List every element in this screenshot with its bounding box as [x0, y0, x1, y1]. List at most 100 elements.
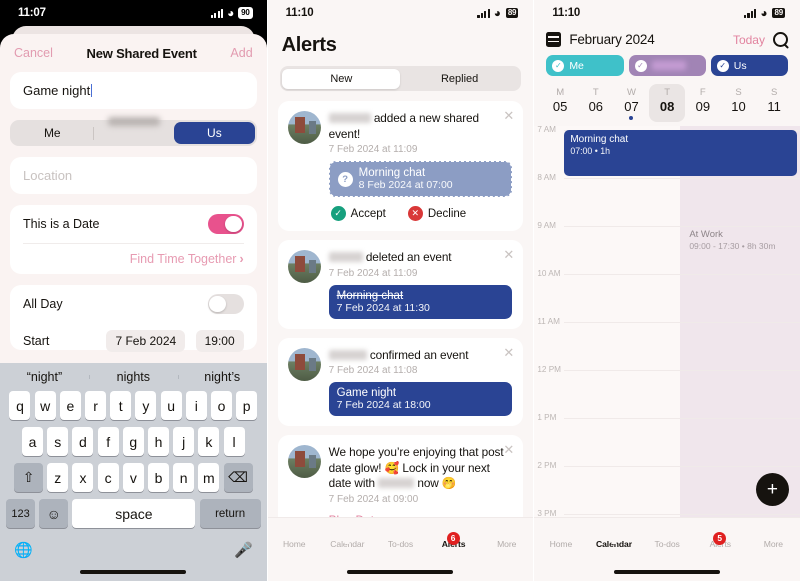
return-key[interactable]: return	[199, 499, 261, 528]
shift-key[interactable]: ⇧	[14, 463, 44, 492]
owner-segmented-control[interactable]: Me Us	[10, 120, 257, 146]
key-f[interactable]: f	[97, 427, 119, 456]
prediction-0[interactable]: “night”	[0, 370, 89, 384]
all-day-row[interactable]: All Day	[10, 285, 257, 323]
day-column-selected[interactable]: T 08	[649, 84, 685, 122]
segment-us[interactable]: Us	[174, 122, 255, 144]
find-time-together-button[interactable]: Find Time Together ›	[10, 244, 257, 274]
alert-card[interactable]: ✕ confirmed an event 7 Feb 2024 at 11:08…	[277, 337, 524, 427]
microphone-icon[interactable]: 🎤	[234, 541, 253, 559]
close-icon[interactable]: ✕	[503, 346, 514, 359]
tab-calendar[interactable]: Calendar	[321, 536, 374, 549]
close-icon[interactable]: ✕	[503, 248, 514, 261]
day-column[interactable]: S 11	[756, 84, 792, 122]
alert-card[interactable]: ✕ We hope you’re enjoying that post date…	[277, 435, 524, 517]
event-chip[interactable]: ? Morning chat 8 Feb 2024 at 07:00	[328, 161, 513, 198]
emoji-key[interactable]: ☺	[39, 499, 69, 528]
key-m[interactable]: m	[198, 463, 220, 492]
key-y[interactable]: y	[135, 391, 157, 420]
onscreen-keyboard[interactable]: “night” nights night’s q w e r t y u i o…	[0, 363, 267, 581]
tab-home[interactable]: Home	[534, 536, 587, 549]
month-label[interactable]: February 2024	[569, 32, 725, 47]
event-chip[interactable]: Morning chat 7 Feb 2024 at 11:30	[328, 284, 513, 319]
key-v[interactable]: v	[122, 463, 144, 492]
today-button[interactable]: Today	[733, 33, 765, 47]
tab-alerts[interactable]: 5 Alerts	[694, 531, 747, 549]
key-a[interactable]: a	[22, 427, 44, 456]
plan-date-button[interactable]: Plan Date	[329, 513, 513, 517]
tab-new[interactable]: New	[282, 68, 401, 89]
key-d[interactable]: d	[72, 427, 94, 456]
key-o[interactable]: o	[210, 391, 232, 420]
key-k[interactable]: k	[198, 427, 220, 456]
key-e[interactable]: e	[59, 391, 81, 420]
key-w[interactable]: w	[34, 391, 56, 420]
decline-button[interactable]: ✕ Decline	[407, 206, 466, 222]
key-j[interactable]: j	[173, 427, 195, 456]
filter-chip-partner[interactable]: ✓	[628, 55, 706, 76]
key-z[interactable]: z	[47, 463, 69, 492]
key-g[interactable]: g	[122, 427, 144, 456]
space-key[interactable]: space	[72, 499, 196, 528]
tab-todos[interactable]: To-dos	[641, 536, 694, 549]
start-time-picker[interactable]: 19:00	[195, 330, 244, 352]
key-p[interactable]: p	[236, 391, 258, 420]
key-b[interactable]: b	[148, 463, 170, 492]
cancel-button[interactable]: Cancel	[14, 46, 53, 60]
tab-alerts[interactable]: 6 Alerts	[427, 531, 480, 549]
day-column[interactable]: W 07	[614, 84, 650, 122]
key-c[interactable]: c	[97, 463, 119, 492]
day-column[interactable]: T 06	[578, 84, 614, 122]
add-event-fab[interactable]: +	[755, 473, 789, 506]
event-block-at-work[interactable]: At Work 09:00 - 17:30 • 8h 30m	[684, 226, 797, 518]
calendar-icon[interactable]	[546, 32, 562, 47]
alert-card[interactable]: ✕ deleted an event 7 Feb 2024 at 11:09 M…	[277, 240, 524, 329]
prediction-1[interactable]: nights	[88, 370, 178, 384]
tab-calendar[interactable]: Calendar	[587, 536, 640, 549]
close-icon[interactable]: ✕	[503, 443, 514, 456]
search-icon[interactable]	[772, 32, 788, 47]
tab-todos[interactable]: To-dos	[374, 536, 427, 549]
key-i[interactable]: i	[185, 391, 207, 420]
redacted-name	[651, 61, 686, 70]
day-column[interactable]: F 09	[685, 84, 721, 122]
start-date-picker[interactable]: 7 Feb 2024	[106, 330, 186, 352]
event-title: Morning chat	[570, 133, 629, 145]
alerts-list[interactable]: ✕ added a new shared event! 7 Feb 2024 a…	[268, 101, 534, 517]
alert-card[interactable]: ✕ added a new shared event! 7 Feb 2024 a…	[277, 101, 524, 232]
filter-chip-us[interactable]: ✓ Us	[710, 55, 788, 76]
key-h[interactable]: h	[148, 427, 170, 456]
key-n[interactable]: n	[173, 463, 195, 492]
close-icon[interactable]: ✕	[503, 109, 514, 122]
tab-more[interactable]: More	[480, 536, 533, 549]
is-a-date-toggle[interactable]	[207, 214, 244, 234]
key-q[interactable]: q	[9, 391, 31, 420]
tab-home[interactable]: Home	[268, 536, 321, 549]
key-x[interactable]: x	[72, 463, 94, 492]
key-u[interactable]: u	[160, 391, 182, 420]
backspace-key[interactable]: ⌫	[223, 463, 253, 492]
all-day-toggle[interactable]	[207, 294, 244, 314]
tab-replied[interactable]: Replied	[400, 69, 518, 89]
event-title-input[interactable]: Game night	[10, 72, 257, 109]
numbers-key[interactable]: 123	[6, 499, 36, 528]
key-l[interactable]: l	[223, 427, 245, 456]
alerts-tab-control[interactable]: New Replied	[279, 66, 522, 91]
add-button[interactable]: Add	[230, 46, 252, 60]
is-a-date-row[interactable]: This is a Date	[10, 205, 257, 243]
key-s[interactable]: s	[47, 427, 69, 456]
day-column[interactable]: M 05	[542, 84, 578, 122]
event-block-morning-chat[interactable]: Morning chat 07:00 • 1h	[564, 129, 797, 176]
accept-button[interactable]: ✓ Accept	[330, 206, 386, 222]
prediction-2[interactable]: night’s	[177, 370, 267, 384]
event-chip[interactable]: Game night 7 Feb 2024 at 18:00	[328, 382, 513, 417]
day-column[interactable]: S 10	[721, 84, 757, 122]
filter-chip-me[interactable]: ✓ Me	[546, 55, 624, 76]
key-t[interactable]: t	[110, 391, 132, 420]
globe-icon[interactable]: 🌐	[14, 541, 33, 559]
tab-more[interactable]: More	[747, 536, 800, 549]
location-input[interactable]: Location	[10, 157, 257, 194]
segment-me[interactable]: Me	[12, 122, 93, 144]
key-r[interactable]: r	[85, 391, 107, 420]
calendar-time-grid[interactable]: 7 AM 8 AM 9 AM 10 AM 11 AM 12 PM 1 PM 2 …	[534, 125, 800, 518]
